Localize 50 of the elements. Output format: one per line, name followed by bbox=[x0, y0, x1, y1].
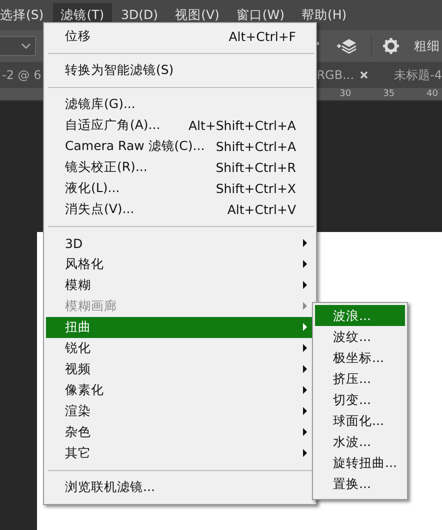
submenu-arrow-icon bbox=[303, 386, 307, 394]
menu-item[interactable]: 3D bbox=[46, 233, 314, 254]
menu-item[interactable]: 极坐标... bbox=[315, 347, 405, 368]
menu-item[interactable]: 置换... bbox=[315, 473, 405, 494]
menu-item[interactable]: 液化(L)... Shift+Ctrl+X bbox=[46, 178, 314, 199]
submenu-arrow-icon bbox=[303, 302, 307, 310]
submenu-arrow-icon bbox=[303, 344, 307, 352]
menu-item[interactable]: 像素化 bbox=[46, 380, 314, 401]
menu-item[interactable]: 杂色 bbox=[46, 422, 314, 443]
menu-item[interactable]: 浏览联机滤镜... bbox=[46, 477, 314, 498]
close-icon[interactable] bbox=[360, 71, 368, 79]
document-tab[interactable]: 未标题-4 bbox=[372, 66, 442, 84]
menu-item[interactable]: 水波... bbox=[315, 431, 405, 452]
menu-item[interactable]: 模糊 bbox=[46, 275, 314, 296]
menu-item[interactable]: 旋转扭曲... bbox=[315, 452, 405, 473]
menu-item[interactable]: 位移 Alt+Ctrl+F bbox=[46, 26, 314, 47]
submenu-arrow-icon bbox=[303, 239, 307, 247]
menu-item[interactable]: 渲染 bbox=[46, 401, 314, 422]
layers-icon[interactable] bbox=[335, 37, 357, 55]
menu-item[interactable]: 消失点(V)... Alt+Ctrl+V bbox=[46, 199, 314, 220]
submenu-arrow-icon bbox=[303, 260, 307, 268]
menu-item[interactable]: 波纹... bbox=[315, 326, 405, 347]
document-tab[interactable]: -2 @ 6 bbox=[0, 68, 42, 82]
menu-item[interactable]: 波浪... bbox=[315, 305, 405, 326]
menu-item[interactable]: 扭曲 bbox=[46, 317, 314, 338]
menu-item[interactable]: 自适应广角(A)... Alt+Shift+Ctrl+A bbox=[46, 115, 314, 136]
menu-item[interactable]: 锐化 bbox=[46, 338, 314, 359]
menu-item[interactable]: 其它 bbox=[46, 443, 314, 464]
menu-item[interactable]: 视频 bbox=[46, 359, 314, 380]
ruler-number: 35 bbox=[383, 88, 395, 100]
submenu-arrow-icon bbox=[303, 407, 307, 415]
ruler-number: 30 bbox=[340, 88, 352, 100]
menu-item[interactable]: 球面化... bbox=[315, 410, 405, 431]
menu-title[interactable]: 选择(S) bbox=[0, 3, 52, 27]
submenu-arrow-icon bbox=[303, 365, 307, 373]
menu-title[interactable]: 帮助(H) bbox=[294, 3, 355, 27]
menu-item[interactable]: 挤压... bbox=[315, 368, 405, 389]
settings-icon[interactable] bbox=[382, 37, 400, 55]
submenu-arrow-icon bbox=[303, 449, 307, 457]
menu-item[interactable]: 风格化 bbox=[46, 254, 314, 275]
menu-item[interactable]: 滤镜库(G)... bbox=[46, 94, 314, 115]
menu-item[interactable]: 切变... bbox=[315, 389, 405, 410]
menu-item[interactable]: Camera Raw 滤镜(C)... Shift+Ctrl+A bbox=[46, 136, 314, 157]
submenu-arrow-icon bbox=[303, 323, 307, 331]
menu-item[interactable]: 镜头校正(R)... Shift+Ctrl+R bbox=[46, 157, 314, 178]
submenu-arrow-icon bbox=[303, 281, 307, 289]
stroke-width-label: 粗细 bbox=[414, 38, 440, 54]
ruler-number: 40 bbox=[426, 88, 438, 100]
chevron-down-icon bbox=[21, 43, 31, 49]
submenu-arrow-icon bbox=[303, 428, 307, 436]
